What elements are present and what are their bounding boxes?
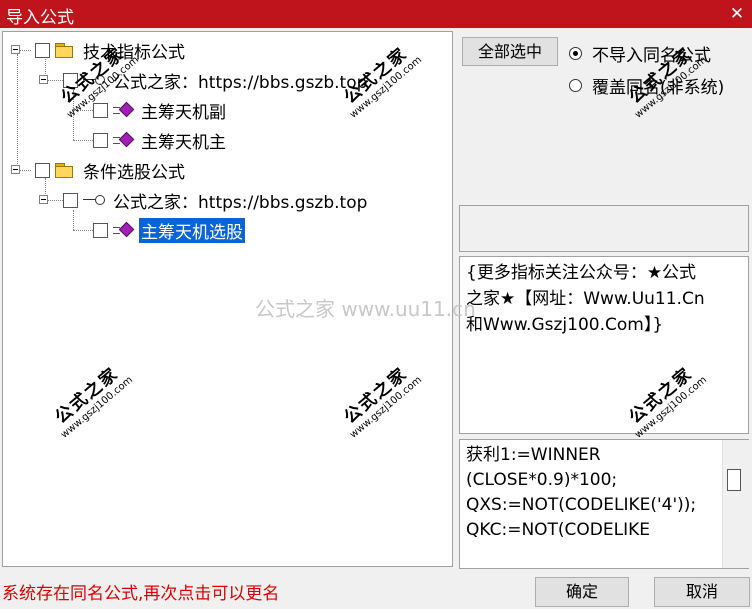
node-checkbox[interactable] [35, 42, 50, 58]
radio-button[interactable] [569, 47, 582, 60]
formula-gem-icon [113, 103, 135, 117]
title-bar: 导入公式 ✕ [0, 0, 752, 28]
node-checkbox[interactable] [93, 222, 108, 238]
tree-line [17, 54, 18, 172]
tree-line [73, 230, 93, 231]
tree-line [73, 210, 74, 230]
key-icon [83, 194, 107, 206]
description-box: {更多指标关注公众号：★公式 之家★【网址：Www.Uu11.Cn 和Www.G… [459, 256, 749, 434]
tree-node-formula[interactable]: 主筹天机主 [93, 128, 228, 153]
tree-node-formula[interactable]: 主筹天机副 [93, 98, 228, 123]
collapse-icon[interactable] [39, 75, 48, 84]
description-line: {更多指标关注公众号：★公式 [466, 263, 697, 283]
cancel-button[interactable]: 取消 [654, 577, 750, 607]
description-line: 之家★【网址：Www.Uu11.Cn [466, 289, 705, 309]
folder-icon [55, 43, 73, 58]
formula-gem-icon [113, 223, 135, 237]
code-line: QXS:=NOT(CODELIKE('4')); [466, 495, 697, 515]
node-checkbox[interactable] [93, 132, 108, 148]
node-label: 公式之家：https://bbs.gszb.top [113, 192, 368, 213]
tree-node-source[interactable]: 公式之家：https://bbs.gszb.top [63, 188, 369, 213]
watermark-text: 公式之家 www.uu11.cn [255, 297, 476, 321]
collapse-icon[interactable] [11, 165, 20, 174]
ok-button[interactable]: 确定 [535, 577, 629, 607]
code-scrollbar[interactable] [722, 440, 749, 568]
code-line: (CLOSE*0.9)*100; [466, 470, 618, 490]
radio-button[interactable] [569, 79, 582, 92]
node-checkbox[interactable] [93, 102, 108, 118]
folder-icon [55, 163, 73, 178]
collapse-icon[interactable] [11, 45, 20, 54]
node-label: 主筹天机选股 [139, 217, 245, 243]
tree-node-stock-screen[interactable]: 条件选股公式 [35, 158, 187, 183]
tree-line [73, 140, 93, 141]
select-all-button[interactable]: 全部选中 [462, 37, 558, 66]
node-label: 条件选股公式 [83, 162, 185, 183]
description-line: 和Www.Gszj100.Com】} [466, 315, 664, 335]
node-checkbox[interactable] [63, 192, 78, 208]
empty-panel [459, 205, 749, 252]
window-title: 导入公式 [6, 8, 74, 28]
formula-code-box[interactable]: 获利1:=WINNER (CLOSE*0.9)*100; QXS:=NOT(CO… [459, 439, 749, 569]
collapse-icon[interactable] [39, 195, 48, 204]
node-label: 主筹天机副 [141, 102, 226, 123]
code-line: 获利1:=WINNER [466, 445, 601, 465]
node-label: 主筹天机主 [141, 132, 226, 153]
status-message: 系统存在同名公式,再次点击可以更名 [2, 584, 280, 604]
close-icon[interactable]: ✕ [726, 3, 748, 25]
formula-gem-icon [113, 133, 135, 147]
node-checkbox[interactable] [35, 162, 50, 178]
tree-node-formula-selected[interactable]: 主筹天机选股 [93, 217, 245, 243]
node-label: 公式之家：https://bbs.gszb.top [113, 72, 368, 93]
code-line: QKC:=NOT(CODELIKE [466, 520, 651, 540]
